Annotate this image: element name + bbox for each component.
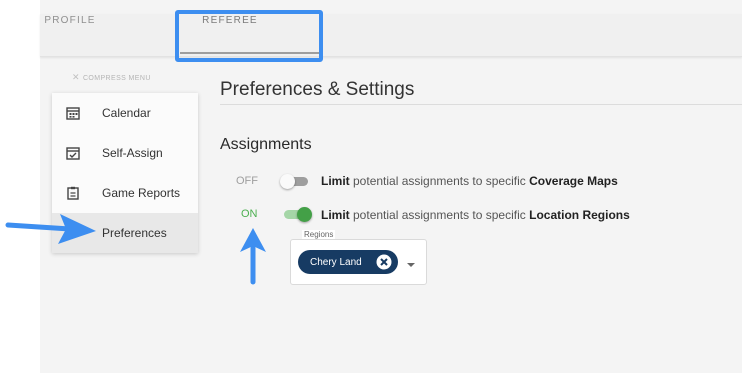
annotation-arrows: [5, 214, 266, 285]
annotation-arrow-up-icon: [240, 228, 266, 285]
annotation-arrow-right-icon: [5, 214, 96, 244]
